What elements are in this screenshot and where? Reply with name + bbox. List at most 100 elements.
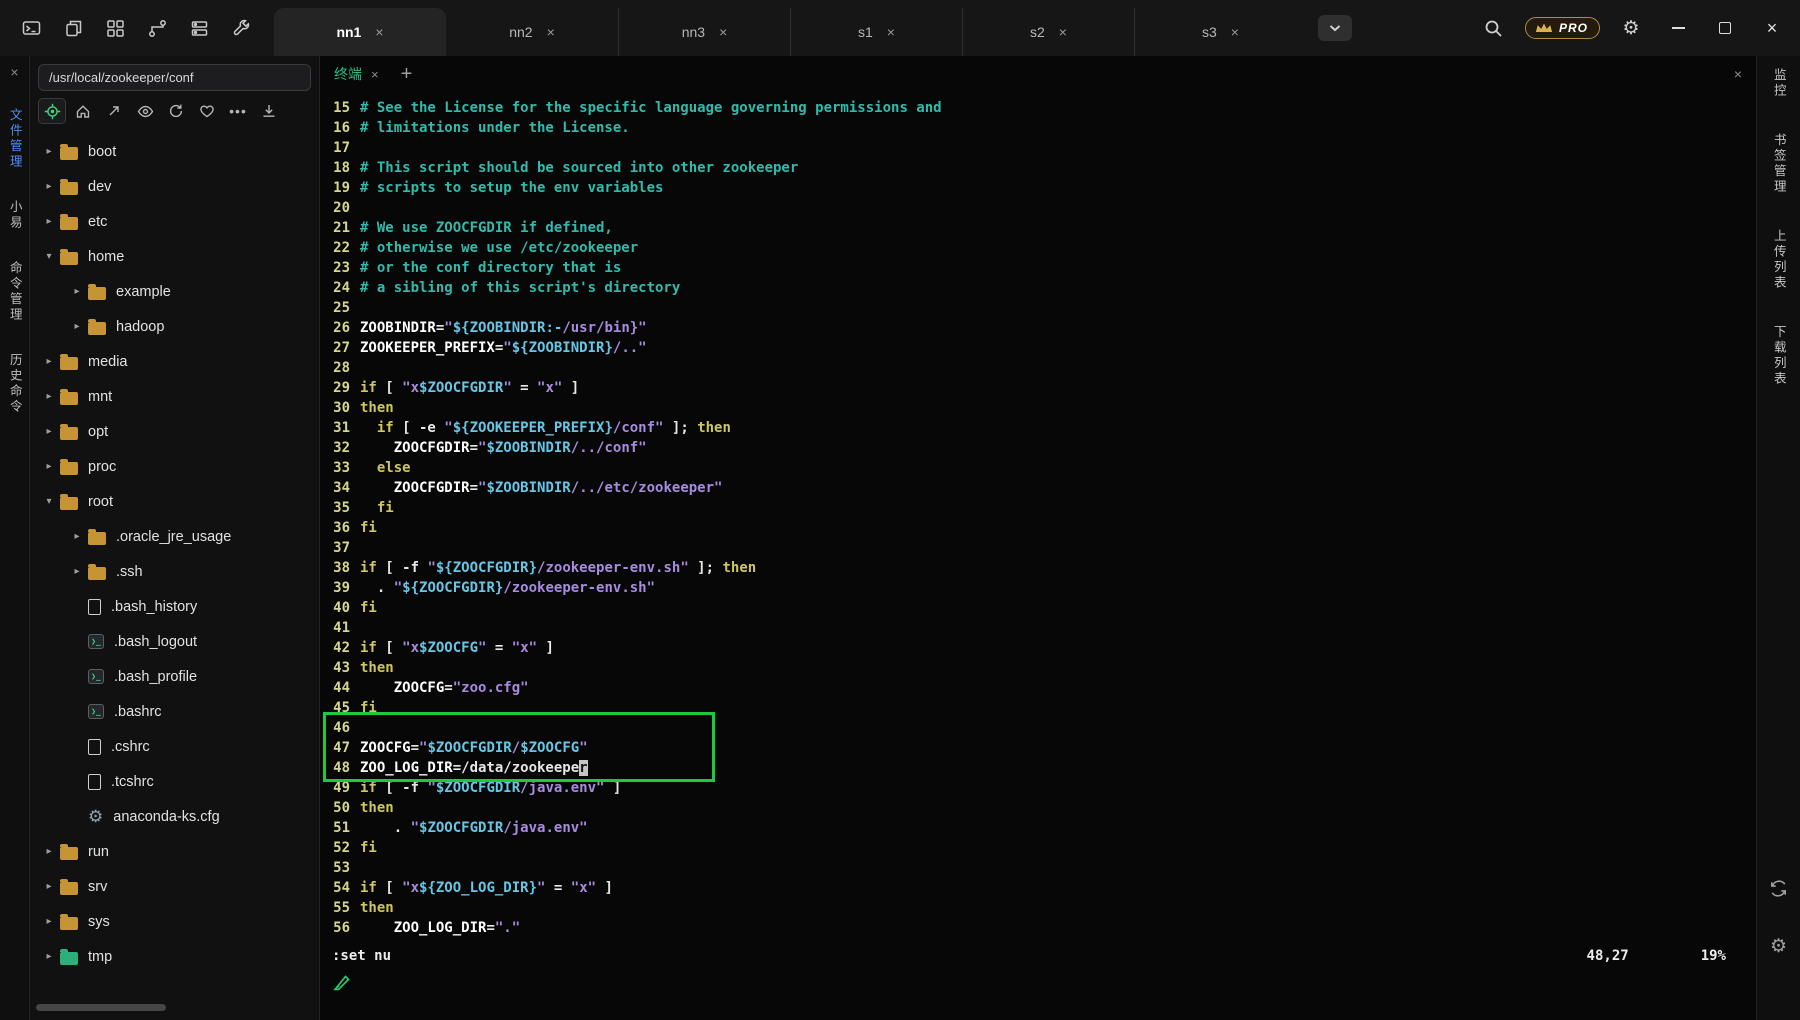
chevron-right-icon[interactable]: ▸ bbox=[40, 461, 58, 472]
tree-item-.bash_profile[interactable]: .bash_profile bbox=[30, 659, 319, 694]
terminal-icon[interactable] bbox=[14, 11, 48, 45]
new-terminal-button[interactable]: + bbox=[401, 63, 413, 86]
home-icon[interactable] bbox=[69, 98, 97, 124]
chevron-down-icon[interactable]: ▾ bbox=[40, 496, 58, 507]
pro-badge[interactable]: PRO bbox=[1525, 17, 1600, 39]
tree-item-boot[interactable]: ▸boot bbox=[30, 134, 319, 169]
tree-item-opt[interactable]: ▸opt bbox=[30, 414, 319, 449]
terminal-tab[interactable]: 终端 × bbox=[334, 64, 379, 84]
tree-item-run[interactable]: ▸run bbox=[30, 834, 319, 869]
minimize-button[interactable] bbox=[1662, 12, 1694, 44]
code-area[interactable]: 15# See the License for the specific lan… bbox=[320, 92, 1756, 944]
tree-item-.ssh[interactable]: ▸.ssh bbox=[30, 554, 319, 589]
session-tab-s2[interactable]: s2× bbox=[962, 8, 1134, 56]
tree-item-srv[interactable]: ▸ srv bbox=[30, 869, 319, 904]
route-icon[interactable] bbox=[140, 11, 174, 45]
download-icon[interactable] bbox=[255, 98, 283, 124]
chevron-right-icon[interactable]: ▸ bbox=[68, 566, 86, 577]
tree-item-mnt[interactable]: ▸mnt bbox=[30, 379, 319, 414]
code-line-51: 51 . "$ZOOCFGDIR/java.env" bbox=[332, 818, 1756, 838]
server-icon[interactable] bbox=[182, 11, 216, 45]
left-rail-tab-assistant[interactable]: 小易 bbox=[8, 200, 21, 231]
chevron-right-icon[interactable]: ▸ bbox=[40, 916, 58, 927]
chevron-right-icon[interactable]: ▸ bbox=[68, 321, 86, 332]
session-tab-s3[interactable]: s3× bbox=[1134, 8, 1306, 56]
chevron-right-icon[interactable]: ▸ bbox=[40, 881, 58, 892]
tab-close-icon[interactable]: × bbox=[375, 24, 383, 40]
wrench-icon[interactable] bbox=[224, 11, 258, 45]
chevron-right-icon[interactable]: ▸ bbox=[40, 356, 58, 367]
session-tab-nn2[interactable]: nn2× bbox=[446, 8, 618, 56]
tree-item-proc[interactable]: ▸proc bbox=[30, 449, 319, 484]
tree-item-.bashrc[interactable]: .bashrc bbox=[30, 694, 319, 729]
tree-item-.oracle_jre_usage[interactable]: ▸.oracle_jre_usage bbox=[30, 519, 319, 554]
tab-close-icon[interactable]: × bbox=[1231, 24, 1239, 40]
more-icon[interactable]: ••• bbox=[224, 98, 252, 124]
search-icon[interactable] bbox=[1478, 12, 1510, 44]
tree-item-root[interactable]: ▾root bbox=[30, 484, 319, 519]
tree-item-home[interactable]: ▾home bbox=[30, 239, 319, 274]
tree-item-.tcshrc[interactable]: .tcshrc bbox=[30, 764, 319, 799]
session-tab-nn1[interactable]: nn1× bbox=[274, 8, 446, 56]
chevron-right-icon[interactable]: ▸ bbox=[68, 286, 86, 297]
left-rail-tab-history-commands[interactable]: 历史命令 bbox=[8, 353, 21, 415]
tree-item-hadoop[interactable]: ▸hadoop bbox=[30, 309, 319, 344]
scrollbar-thumb[interactable] bbox=[36, 1004, 166, 1011]
horizontal-scrollbar[interactable] bbox=[36, 1004, 313, 1014]
settings-gear-icon[interactable]: ⚙ bbox=[1770, 935, 1787, 958]
chevron-down-icon[interactable]: ▾ bbox=[40, 251, 58, 262]
chevron-right-icon[interactable]: ▸ bbox=[40, 846, 58, 857]
tab-close-icon[interactable]: × bbox=[719, 24, 727, 40]
grid-icon[interactable] bbox=[98, 11, 132, 45]
tab-close-icon[interactable]: × bbox=[1059, 24, 1067, 40]
heart-icon[interactable] bbox=[193, 98, 221, 124]
locate-icon[interactable] bbox=[38, 98, 66, 124]
tree-item-label: srv bbox=[88, 879, 107, 895]
terminal-panel-close-icon[interactable]: × bbox=[1734, 66, 1742, 82]
chevron-right-icon[interactable]: ▸ bbox=[40, 216, 58, 227]
right-rail-tab-download-list[interactable]: 下载列表 bbox=[1772, 325, 1785, 387]
jump-icon[interactable] bbox=[100, 98, 128, 124]
main-body: × 文件管理小易命令管理历史命令 /usr/local/zookeeper/co… bbox=[0, 56, 1800, 1020]
path-input[interactable]: /usr/local/zookeeper/conf bbox=[38, 64, 311, 91]
left-rail-tab-command-manager[interactable]: 命令管理 bbox=[8, 261, 21, 323]
terminal-tab-close-icon[interactable]: × bbox=[371, 67, 379, 82]
eye-icon[interactable] bbox=[131, 98, 159, 124]
tree-item-media[interactable]: ▸media bbox=[30, 344, 319, 379]
folder-icon bbox=[88, 287, 106, 300]
tree-item-.cshrc[interactable]: .cshrc bbox=[30, 729, 319, 764]
chevron-right-icon[interactable]: ▸ bbox=[68, 531, 86, 542]
tree-item-etc[interactable]: ▸etc bbox=[30, 204, 319, 239]
tree-item-tmp[interactable]: ▸tmp bbox=[30, 939, 319, 974]
panel-close-icon[interactable]: × bbox=[10, 64, 18, 80]
tree-item-example[interactable]: ▸example bbox=[30, 274, 319, 309]
folder-icon bbox=[60, 497, 78, 510]
left-rail-tab-file-manager[interactable]: 文件管理 bbox=[8, 108, 21, 170]
code-line-48: 48ZOO_LOG_DIR=/data/zookeeper bbox=[332, 758, 1756, 778]
right-rail-tab-monitor[interactable]: 监控 bbox=[1772, 68, 1785, 99]
chevron-right-icon[interactable]: ▸ bbox=[40, 146, 58, 157]
chevron-right-icon[interactable]: ▸ bbox=[40, 426, 58, 437]
session-tab-nn3[interactable]: nn3× bbox=[618, 8, 790, 56]
chevron-right-icon[interactable]: ▸ bbox=[40, 181, 58, 192]
tab-list-dropdown[interactable] bbox=[1318, 15, 1352, 41]
right-rail-tab-bookmark-manager[interactable]: 书签管理 bbox=[1772, 133, 1785, 195]
session-tab-s1[interactable]: s1× bbox=[790, 8, 962, 56]
quill-pen-icon[interactable] bbox=[332, 974, 350, 997]
sync-icon[interactable] bbox=[1769, 879, 1788, 903]
chevron-right-icon[interactable]: ▸ bbox=[40, 951, 58, 962]
chevron-right-icon[interactable]: ▸ bbox=[40, 391, 58, 402]
refresh-icon[interactable] bbox=[162, 98, 190, 124]
tree-item-dev[interactable]: ▸dev bbox=[30, 169, 319, 204]
tab-close-icon[interactable]: × bbox=[547, 24, 555, 40]
tree-item-sys[interactable]: ▸sys bbox=[30, 904, 319, 939]
copy-icon[interactable] bbox=[56, 11, 90, 45]
close-button[interactable]: × bbox=[1756, 12, 1788, 44]
tree-item-.bash_history[interactable]: .bash_history bbox=[30, 589, 319, 624]
settings-gear-icon[interactable]: ⚙ bbox=[1615, 12, 1647, 44]
tree-item-.bash_logout[interactable]: .bash_logout bbox=[30, 624, 319, 659]
right-rail-tab-upload-list[interactable]: 上传列表 bbox=[1772, 229, 1785, 291]
maximize-button[interactable] bbox=[1709, 12, 1741, 44]
tab-close-icon[interactable]: × bbox=[887, 24, 895, 40]
tree-item-anaconda-ks.cfg[interactable]: ⚙anaconda-ks.cfg bbox=[30, 799, 319, 834]
